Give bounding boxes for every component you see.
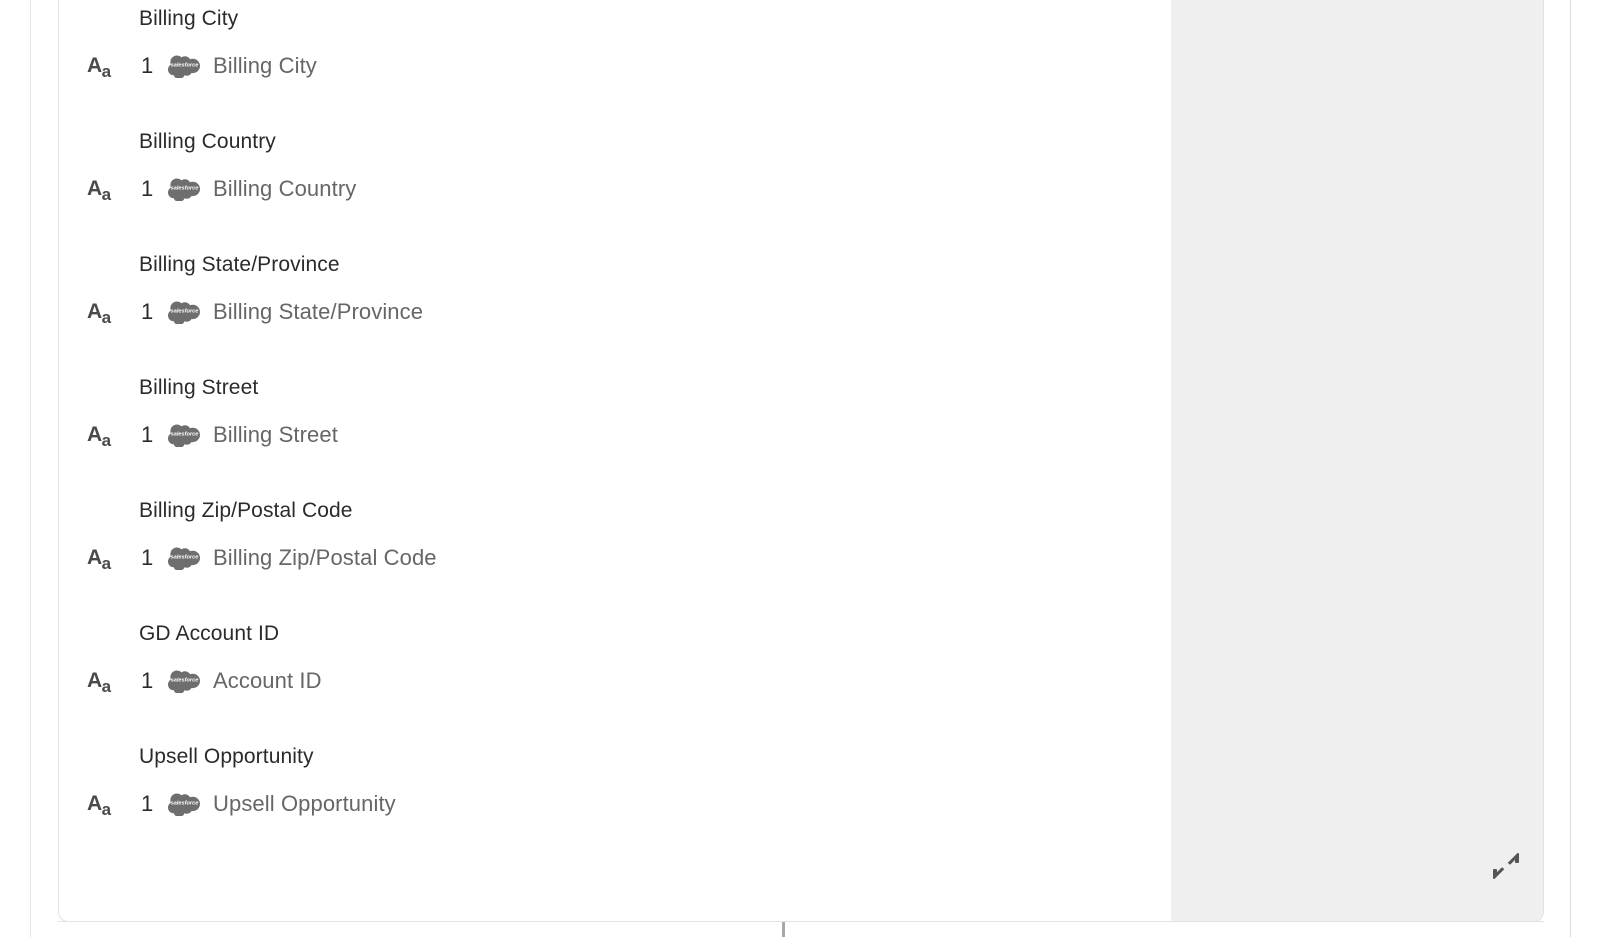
mapping-row[interactable]: Aa 1 salesforce Billing City — [59, 48, 317, 84]
svg-text:salesforce: salesforce — [171, 801, 199, 807]
field-group-header: Billing Country — [139, 130, 276, 153]
text-type-icon: Aa — [87, 54, 111, 81]
mapped-field-label: Upsell Opportunity — [213, 791, 396, 816]
mapped-field-label: Billing Street — [213, 422, 338, 447]
field-mapping-list: Billing City Aa 1 salesforce Billing City Bil… — [59, 0, 1149, 861]
text-type-icon: Aa — [87, 792, 111, 819]
mapping-row[interactable]: Aa 1 salesforce Account ID — [59, 663, 322, 699]
field-group-header: Billing City — [139, 7, 239, 30]
mapping-row-index: 1 — [141, 545, 154, 570]
salesforce-cloud-icon: salesforce — [167, 53, 203, 79]
mapping-row-index: 1 — [141, 668, 154, 693]
mapping-row[interactable]: Aa 1 salesforce Billing Street — [59, 417, 338, 453]
salesforce-cloud-icon: salesforce — [167, 299, 203, 325]
mapping-row-index: 1 — [141, 299, 154, 324]
mapped-field-label: Billing Country — [213, 176, 357, 201]
text-type-icon: Aa — [87, 300, 111, 327]
svg-text:salesforce: salesforce — [171, 63, 199, 69]
salesforce-cloud-icon: salesforce — [167, 791, 203, 817]
field-group: Billing Zip/Postal Code Aa 1 salesforce Bill… — [59, 492, 1149, 615]
mapped-field-label: Billing Zip/Postal Code — [213, 545, 437, 570]
salesforce-cloud-icon: salesforce — [167, 668, 203, 694]
mapping-row-index: 1 — [141, 422, 154, 447]
svg-text:salesforce: salesforce — [171, 555, 199, 561]
field-group-header: Billing Zip/Postal Code — [139, 499, 353, 522]
svg-text:salesforce: salesforce — [171, 432, 199, 438]
field-group: Billing Country Aa 1 salesforce Billing Coun… — [59, 123, 1149, 246]
field-group: GD Account ID Aa 1 salesforce Account ID — [59, 615, 1149, 738]
mapping-row-index: 1 — [141, 176, 154, 201]
mapping-row[interactable]: Aa 1 salesforce Billing State/Province — [59, 294, 423, 330]
text-type-icon: Aa — [87, 669, 111, 696]
svg-text:salesforce: salesforce — [171, 678, 199, 684]
right-outer-rail — [1570, 0, 1571, 937]
mapped-field-label: Billing State/Province — [213, 299, 424, 324]
text-type-icon: Aa — [87, 546, 111, 573]
left-outer-rail — [30, 0, 31, 937]
field-group-header: GD Account ID — [139, 622, 280, 645]
field-group: Billing Street Aa 1 salesforce Billing Stree… — [59, 369, 1149, 492]
salesforce-cloud-icon: salesforce — [167, 422, 203, 448]
field-group: Billing City Aa 1 salesforce Billing City — [59, 0, 1149, 123]
mapping-row-index: 1 — [141, 791, 154, 816]
field-group-header: Billing Street — [139, 376, 259, 399]
mapping-row[interactable]: Aa 1 salesforce Billing Zip/Postal Code — [59, 540, 437, 576]
field-mapping-card: Billing City Aa 1 salesforce Billing City Bil… — [58, 0, 1544, 922]
svg-text:salesforce: salesforce — [171, 309, 199, 315]
svg-text:salesforce: salesforce — [171, 186, 199, 192]
field-group: Billing State/Province Aa 1 salesforce Billi… — [59, 246, 1149, 369]
field-group-header: Upsell Opportunity — [139, 745, 314, 768]
field-group-header: Billing State/Province — [139, 253, 340, 276]
expand-diagonal-icon[interactable] — [1493, 853, 1519, 879]
mapped-field-label: Billing City — [213, 53, 317, 78]
preview-pane — [1171, 0, 1543, 921]
text-type-icon: Aa — [87, 423, 111, 450]
bottom-column-tick — [782, 922, 785, 937]
mapped-field-label: Account ID — [213, 668, 322, 693]
mapping-row-index: 1 — [141, 53, 154, 78]
salesforce-cloud-icon: salesforce — [167, 176, 203, 202]
mapping-row[interactable]: Aa 1 salesforce Billing Country — [59, 171, 356, 207]
text-type-icon: Aa — [87, 177, 111, 204]
bottom-divider — [58, 921, 1544, 922]
salesforce-cloud-icon: salesforce — [167, 545, 203, 571]
field-group: Upsell Opportunity Aa 1 salesforce Upsell Op… — [59, 738, 1149, 861]
mapping-row[interactable]: Aa 1 salesforce Upsell Opportunity — [59, 786, 396, 822]
